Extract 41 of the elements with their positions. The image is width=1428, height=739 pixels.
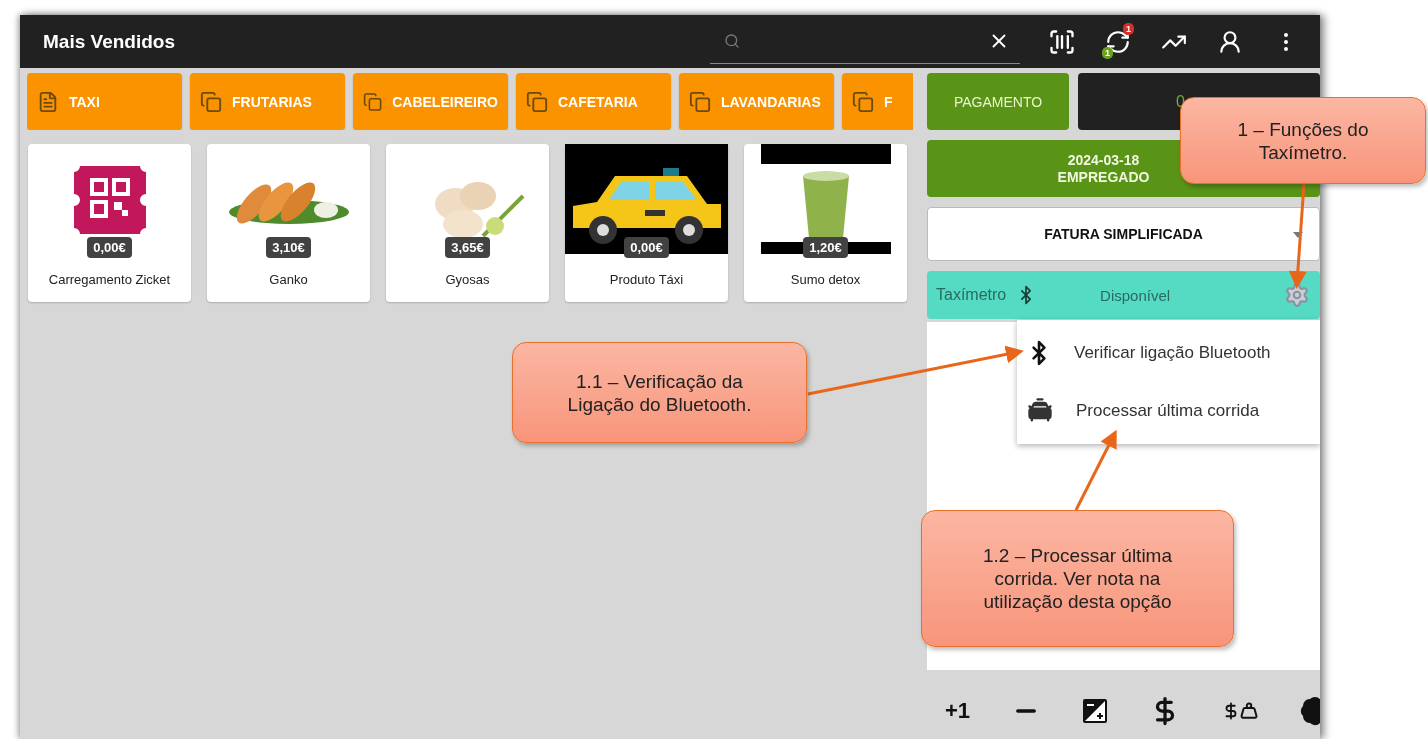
copy-icon: [526, 90, 548, 113]
price-label: 0,00€: [87, 237, 132, 258]
document-icon: [37, 90, 59, 113]
menu-item[interactable]: Processar última corrida: [1017, 382, 1320, 440]
product-name: Produto Táxi: [609, 272, 684, 287]
product-card[interactable]: 0,00€ Carregamento Zicket: [28, 144, 191, 302]
product-card[interactable]: 3,65€ Gyosas: [386, 144, 549, 302]
plus-minus-square-icon[interactable]: [1082, 698, 1109, 724]
document-type-select[interactable]: FATURA SIMPLIFICADA: [927, 207, 1320, 261]
price-label: 1,20€: [803, 237, 848, 258]
menu-item[interactable]: Verificar ligação Bluetooth: [1017, 324, 1320, 382]
sync-badge: 1: [1123, 22, 1134, 35]
ticket-icon: [73, 166, 146, 234]
copy-icon: [200, 90, 222, 113]
session-date: 2024-03-18: [1067, 151, 1141, 169]
copy-icon: [689, 90, 711, 113]
product-name: Gyosas: [445, 272, 490, 287]
copy-icon: [852, 90, 874, 113]
taximeter-status: Disponível: [1099, 286, 1172, 304]
taximeter-label: Taxímetro: [936, 286, 1007, 304]
price-label: 3,65€: [445, 237, 490, 258]
caret-icon: [1293, 232, 1303, 238]
product-card[interactable]: 0,00€ Produto Táxi: [565, 144, 728, 302]
sync-badge: 1: [1102, 46, 1113, 59]
barcode-scan-icon[interactable]: [1048, 27, 1076, 56]
annotation-tooltip: 1.1 – Verificação da Ligação do Bluetooth.: [512, 342, 807, 443]
user-icon[interactable]: [1217, 28, 1243, 55]
product-name: Carregamento Zicket: [48, 272, 171, 287]
search-icon: [724, 33, 740, 49]
copy-icon: [363, 90, 383, 113]
product-card[interactable]: 1,20€ Sumo detox: [744, 144, 907, 302]
product-name: Sumo detox: [790, 272, 861, 287]
price-label: 0,00€: [624, 237, 669, 258]
product-card[interactable]: 3,10€ Ganko: [207, 144, 370, 302]
sync-icon[interactable]: [1105, 28, 1131, 55]
screen-title: Mais Vendidos: [43, 30, 176, 53]
price-label: 3,10€: [266, 237, 311, 258]
session-user: EMPREGADO: [1057, 168, 1151, 186]
increment-button[interactable]: +1: [945, 698, 971, 724]
annotation-tooltip: 1.2 – Processar última corrida. Ver nota na utilização desta opção: [921, 510, 1234, 647]
product-name: Ganko: [269, 272, 308, 287]
